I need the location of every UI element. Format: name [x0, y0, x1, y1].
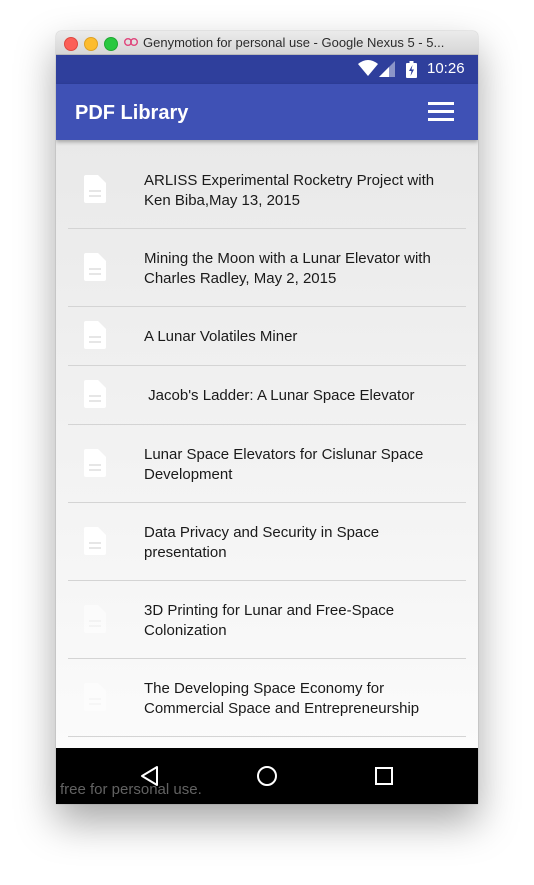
- document-title: Data Privacy and Security in Space prese…: [144, 524, 380, 561]
- battery-charging-icon: [406, 61, 417, 78]
- close-window-button[interactable]: [64, 37, 78, 51]
- list-item[interactable]: Jacob's Ladder: A Lunar Space Elevator: [68, 366, 466, 425]
- minimize-window-button[interactable]: [84, 37, 98, 51]
- list-item[interactable]: A Lunar Volatiles Miner: [68, 307, 466, 366]
- emulator-window: Genymotion for personal use - Google Nex…: [56, 31, 478, 804]
- app-title: PDF Library: [75, 102, 189, 124]
- window-title: Genymotion for personal use - Google Nex…: [143, 35, 445, 50]
- cell-signal-icon: [379, 61, 395, 77]
- pdf-list[interactable]: ARLISS Experimental Rocketry Project wit…: [56, 140, 478, 748]
- recents-button[interactable]: [372, 764, 396, 788]
- list-item[interactable]: ARLISS Experimental Rocketry Project wit…: [68, 150, 466, 229]
- app-toolbar: PDF Library: [56, 84, 478, 140]
- genymotion-watermark: free for personal use.: [60, 781, 202, 798]
- document-title: Jacob's Ladder: A Lunar Space Elevator: [144, 387, 415, 404]
- document-icon: [84, 321, 106, 349]
- wifi-icon: [358, 60, 378, 76]
- document-title: ARLISS Experimental Rocketry Project wit…: [144, 172, 435, 209]
- window-titlebar: Genymotion for personal use - Google Nex…: [56, 31, 478, 55]
- list-item[interactable]: Data Privacy and Security in Space prese…: [68, 503, 466, 581]
- document-title: Mining the Moon with a Lunar Elevator wi…: [144, 250, 431, 287]
- document-icon: [84, 683, 106, 711]
- list-item[interactable]: The Developing Space Economy for Commerc…: [68, 659, 466, 737]
- list-item[interactable]: Mining the Moon with a Lunar Elevator wi…: [68, 229, 466, 307]
- list-item[interactable]: Lunar Space Elevators for Cislunar Space…: [68, 425, 466, 503]
- android-status-bar: 10:26: [56, 55, 478, 84]
- document-icon: [84, 175, 106, 203]
- document-title: A Lunar Volatiles Miner: [144, 328, 298, 345]
- home-button[interactable]: [255, 764, 279, 788]
- document-icon: [84, 380, 106, 408]
- hamburger-menu-button[interactable]: [424, 99, 458, 125]
- document-icon: [84, 449, 106, 477]
- document-title: Lunar Space Elevators for Cislunar Space…: [144, 446, 424, 483]
- document-icon: [84, 527, 106, 555]
- document-title: 3D Printing for Lunar and Free-Space Col…: [144, 602, 395, 639]
- maximize-window-button[interactable]: [104, 37, 118, 51]
- genymotion-icon: [124, 38, 138, 46]
- list-item[interactable]: 3D Printing for Lunar and Free-Space Col…: [68, 581, 466, 659]
- document-title: The Developing Space Economy for Commerc…: [144, 680, 420, 717]
- menu-icon: [428, 102, 454, 105]
- document-icon: [84, 253, 106, 281]
- document-icon: [84, 605, 106, 633]
- status-time: 10:26: [427, 60, 465, 77]
